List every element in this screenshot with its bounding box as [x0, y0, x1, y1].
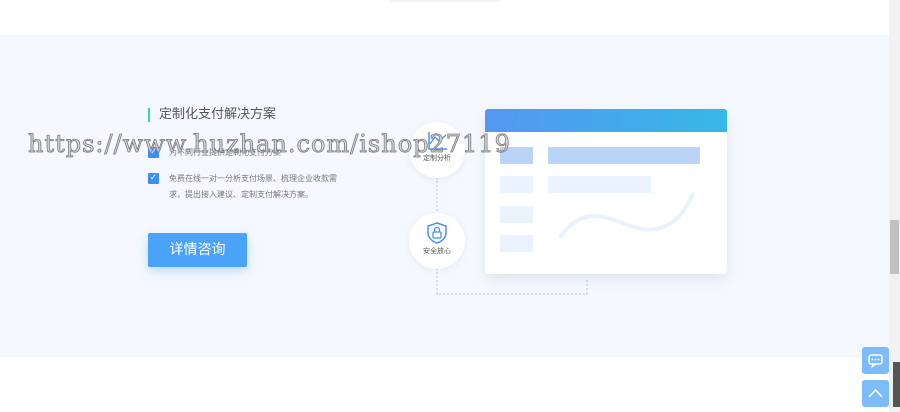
connector-line [436, 178, 438, 218]
node-label: 安全放心 [423, 247, 451, 255]
feature-item: ✓ 免费在线一对一分析支付场景、梳理企业收款需求，提出接入建议、定制支付解决方案… [148, 171, 338, 203]
scrollbar[interactable] [889, 0, 900, 412]
chevron-up-icon [868, 388, 883, 398]
connector-line [436, 293, 588, 295]
back-to-top-button[interactable] [862, 380, 889, 407]
section-title: 定制化支付解决方案 [148, 108, 276, 122]
dashboard-illustration [485, 109, 727, 274]
chat-button[interactable] [862, 347, 889, 374]
custom-payment-section [0, 35, 889, 357]
consult-button[interactable]: 详情咨询 [148, 233, 247, 267]
security-node: 安全放心 [409, 213, 465, 269]
watermark: https://www.huzhan.com/ishop27119 [28, 130, 511, 159]
connector-line [586, 280, 588, 294]
feature-text: 免费在线一对一分析支付场景、梳理企业收款需求，提出接入建议、定制支付解决方案。 [169, 174, 337, 199]
placeholder-bar [500, 176, 533, 193]
scrollbar-thumb[interactable] [890, 220, 899, 274]
trend-line [559, 192, 695, 238]
check-icon: ✓ [148, 173, 159, 184]
placeholder-bar [500, 235, 533, 252]
level-meter-widget [893, 362, 900, 407]
connector-line [436, 268, 438, 294]
chat-icon [868, 354, 883, 369]
lock-shield-icon [427, 222, 447, 244]
card-header [485, 109, 727, 132]
placeholder-bar [500, 206, 533, 223]
placeholder-bar [548, 147, 700, 164]
divider [390, 0, 500, 2]
